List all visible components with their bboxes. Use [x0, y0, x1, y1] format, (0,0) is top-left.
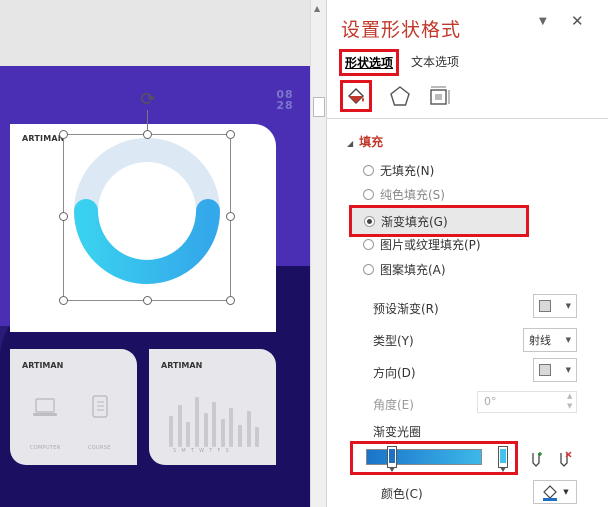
- resize-handle-nw[interactable]: [59, 130, 68, 139]
- resize-handle-w[interactable]: [59, 212, 68, 221]
- size-properties-icon: [430, 86, 450, 105]
- chevron-down-icon: ▼: [565, 336, 571, 344]
- effects-tab[interactable]: [384, 80, 416, 112]
- week-bar: [255, 427, 260, 447]
- radio-picture-fill-dot[interactable]: [363, 238, 374, 250]
- week-bar: [186, 421, 191, 447]
- rotate-handle-icon[interactable]: ⟳: [138, 90, 158, 110]
- laptop-icon: [33, 398, 57, 416]
- direction-dropdown[interactable]: ▼: [533, 358, 577, 382]
- resize-handle-n[interactable]: [143, 130, 152, 139]
- resize-handle-e[interactable]: [226, 212, 235, 221]
- color-label: 颜色(C): [381, 487, 423, 501]
- angle-spinner-icon[interactable]: ▲ ▼: [567, 391, 572, 411]
- angle-label: 角度(E): [373, 398, 414, 412]
- week-bar: [194, 396, 199, 447]
- course-label: COURSE: [88, 445, 111, 451]
- pane-close-icon[interactable]: ✕: [571, 12, 584, 30]
- week-bar: [229, 407, 234, 447]
- date-label: 08 28: [276, 88, 294, 112]
- radio-solid-fill-dot[interactable]: [363, 188, 374, 200]
- fill-section-header[interactable]: ◢ 填充: [347, 133, 383, 150]
- radio-solid-fill[interactable]: 纯色填充(S): [363, 183, 445, 205]
- preset-swatch: [539, 300, 551, 312]
- slide-canvas[interactable]: 08 28 ARTIMAN ⟳ ARTIMAN COMPUTER COURSE …: [0, 0, 310, 507]
- add-gradient-stop-button[interactable]: [525, 448, 547, 470]
- fill-line-icon: [348, 88, 364, 104]
- radio-pattern-fill[interactable]: 图案填充(A): [363, 258, 446, 280]
- resize-handle-se[interactable]: [226, 296, 235, 305]
- chevron-down-icon: ▼: [565, 366, 571, 374]
- chevron-down-icon: ▼: [563, 488, 569, 496]
- gradient-stops-bar[interactable]: [366, 449, 482, 465]
- size-properties-tab[interactable]: [423, 80, 455, 112]
- radio-no-fill-dot[interactable]: [363, 164, 374, 176]
- computer-label: COMPUTER: [30, 445, 61, 451]
- preset-gradient-dropdown[interactable]: ▼: [533, 294, 577, 318]
- radio-picture-fill[interactable]: 图片或纹理填充(P): [363, 233, 481, 255]
- fill-line-tab[interactable]: [340, 80, 372, 112]
- direction-label: 方向(D): [373, 366, 416, 380]
- scroll-up-icon[interactable]: ▲: [314, 4, 320, 13]
- direction-swatch: [539, 364, 551, 376]
- weekday-labels: S M T W T F S: [173, 448, 230, 454]
- week-bar: [220, 419, 225, 447]
- gradient-stop-right[interactable]: [498, 446, 508, 472]
- format-shape-pane: 设置形状格式 ▼ ✕ 形状选项 文本选项 ◢填充 无填充(N) 纯色填充(S): [327, 0, 608, 507]
- gradient-stops-label: 渐变光圈: [373, 425, 422, 439]
- resize-handle-ne[interactable]: [226, 130, 235, 139]
- effects-icon: [390, 86, 410, 106]
- week-bar: [203, 413, 208, 447]
- add-stop-icon: [532, 452, 542, 467]
- weekly-bars: [167, 389, 262, 447]
- tab-text-options[interactable]: 文本选项: [411, 53, 459, 70]
- angle-input[interactable]: 0°: [477, 391, 577, 413]
- weekly-chart-card[interactable]: ARTIMAN S M T W T F S: [149, 349, 276, 465]
- remove-stop-icon: [560, 451, 572, 467]
- chevron-down-icon: ▼: [565, 302, 571, 310]
- weekly-card-brand: ARTIMAN: [161, 361, 203, 370]
- week-bar: [238, 424, 243, 447]
- week-bar: [246, 410, 251, 447]
- computer-card[interactable]: ARTIMAN COMPUTER COURSE: [10, 349, 137, 465]
- pane-title: 设置形状格式: [341, 19, 462, 41]
- canvas-vertical-scrollbar[interactable]: ▲: [310, 0, 327, 507]
- week-bar: [212, 402, 217, 447]
- scroll-thumb[interactable]: [313, 97, 325, 117]
- tab-shape-options[interactable]: 形状选项: [339, 49, 400, 76]
- pane-divider: [327, 118, 608, 119]
- resize-handle-sw[interactable]: [59, 296, 68, 305]
- gradient-type-label: 类型(Y): [373, 334, 414, 348]
- remove-gradient-stop-button[interactable]: [553, 448, 575, 470]
- resize-handle-s[interactable]: [143, 296, 152, 305]
- gradient-type-dropdown[interactable]: 射线 ▼: [523, 328, 577, 352]
- week-bar: [177, 405, 182, 447]
- radio-pattern-fill-dot[interactable]: [363, 263, 374, 275]
- pane-options-chevron-icon[interactable]: ▼: [539, 16, 547, 27]
- week-bar: [169, 416, 173, 447]
- gradient-stop-left[interactable]: [387, 446, 397, 472]
- preset-gradient-label: 预设渐变(R): [373, 302, 439, 316]
- radio-no-fill[interactable]: 无填充(N): [363, 159, 434, 181]
- color-picker-button[interactable]: ▼: [533, 480, 577, 504]
- computer-card-brand: ARTIMAN: [22, 361, 64, 370]
- collapse-triangle-icon: ◢: [347, 139, 354, 148]
- paint-bucket-icon: [543, 485, 558, 501]
- notebook-icon: [92, 395, 108, 418]
- radio-gradient-fill-dot[interactable]: [364, 215, 375, 227]
